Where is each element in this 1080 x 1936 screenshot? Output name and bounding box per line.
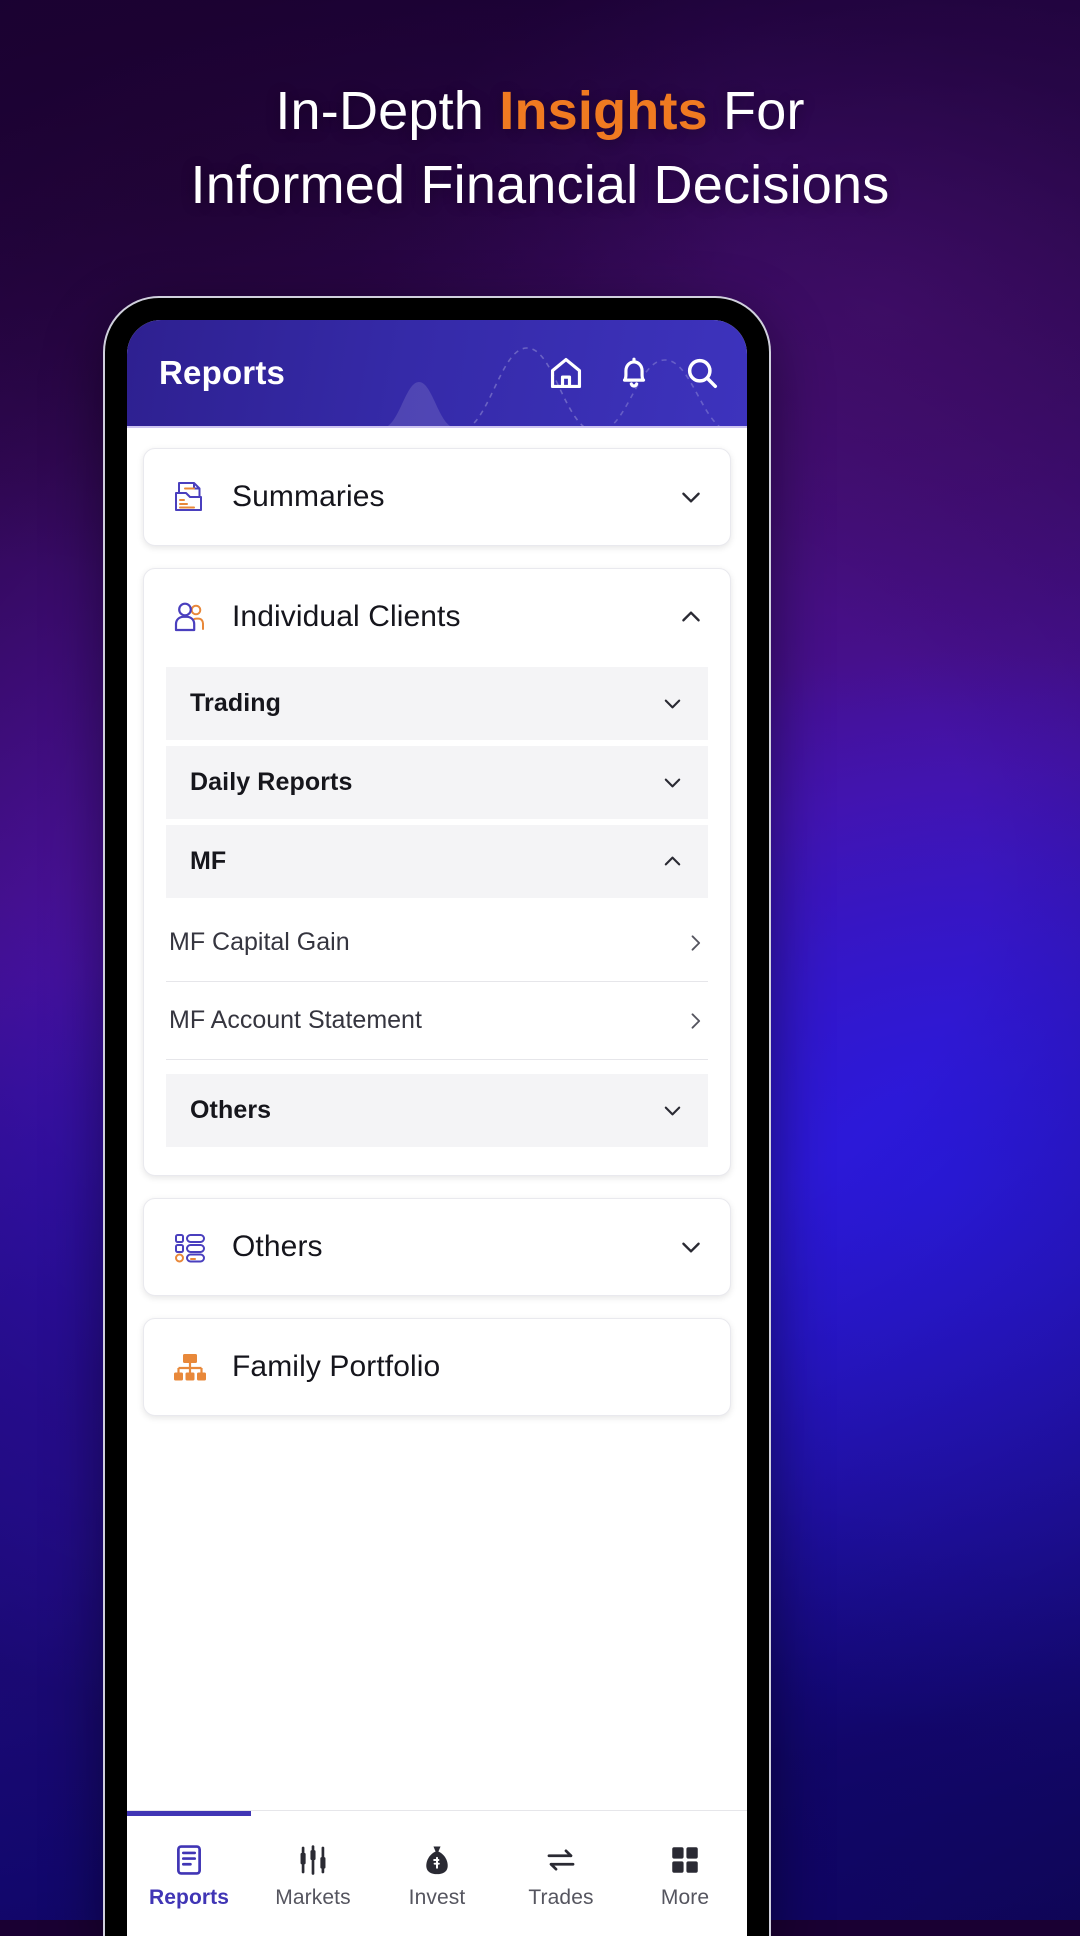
exchange-arrows-icon [544,1843,578,1877]
nav-label-reports: Reports [148,1886,230,1909]
chevron-down-icon[interactable] [678,1234,704,1260]
subgroup-daily-reports[interactable]: Daily Reports [166,746,708,819]
subgroup-trading[interactable]: Trading [166,667,708,740]
list-item-label: MF Account Statement [169,1006,422,1034]
subgroup-label-daily-reports: Daily Reports [190,768,353,796]
bell-icon[interactable] [615,354,653,392]
nav-item-trades[interactable]: Trades [499,1811,623,1936]
nav-label-trades: Trades [528,1886,594,1909]
headline-text-post: For [707,81,805,141]
nav-label-invest: Invest [408,1886,466,1909]
headline-line-1: In-Depth Insights For [0,74,1080,148]
section-label-others: Others [232,1230,323,1263]
app-title: Reports [159,354,286,391]
chevron-down-icon[interactable] [661,771,684,794]
nav-item-invest[interactable]: Invest [375,1811,499,1936]
subgroup-label-trading: Trading [190,689,281,717]
two-people-icon [170,597,210,637]
section-header-family-portfolio[interactable]: Family Portfolio [144,1319,730,1415]
list-item-label: MF Capital Gain [169,928,350,956]
section-card-family-portfolio: Family Portfolio [143,1318,731,1416]
section-header-others[interactable]: Others [144,1199,730,1295]
subgroup-mf[interactable]: MF [166,825,708,898]
chevron-right-icon [685,933,705,953]
chevron-down-icon[interactable] [678,484,704,510]
reports-list: Summaries Individual Clients Trading Dai… [127,428,747,1810]
nav-item-markets[interactable]: Markets [251,1811,375,1936]
money-bag-icon [420,1843,454,1877]
app-header-bar: Reports [127,320,747,428]
nav-item-more[interactable]: More [623,1811,747,1936]
phone-mockup: Reports Summaries Individual Clients Tra… [103,296,771,1936]
section-card-individual-clients: Individual Clients Trading Daily Reports [143,568,731,1176]
nav-label-more: More [660,1886,710,1909]
documents-folder-icon [170,477,210,517]
header-actions [547,354,721,392]
list-item-mf-account-statement[interactable]: MF Account Statement [166,982,708,1060]
section-header-individual-clients[interactable]: Individual Clients [144,569,730,665]
list-item-mf-capital-gain[interactable]: MF Capital Gain [166,904,708,982]
phone-screen: Reports Summaries Individual Clients Tra… [127,320,747,1936]
org-chart-icon [170,1347,210,1387]
section-label-summaries: Summaries [232,480,385,513]
chevron-up-icon[interactable] [661,850,684,873]
subgroup-label-others: Others [190,1096,272,1124]
section-card-others: Others [143,1198,731,1296]
grid-squares-icon [668,1843,702,1877]
chevron-down-icon[interactable] [661,692,684,715]
section-card-summaries: Summaries [143,448,731,546]
bottom-navigation-bar: Reports Markets Invest Trades More [127,1810,747,1936]
document-icon [172,1843,206,1877]
headline-line-2: Informed Financial Decisions [190,155,890,215]
headline-text-pre: In-Depth [275,81,500,141]
home-icon[interactable] [547,354,585,392]
subgroup-others[interactable]: Others [166,1074,708,1147]
subgroup-label-mf: MF [190,847,227,875]
section-header-summaries[interactable]: Summaries [144,449,730,545]
section-label-individual-clients: Individual Clients [232,600,461,633]
nav-item-reports[interactable]: Reports [127,1811,251,1936]
chevron-right-icon [685,1011,705,1031]
section-label-family-portfolio: Family Portfolio [232,1350,441,1383]
promo-headline: In-Depth Insights For Informed Financial… [0,74,1080,222]
chevron-down-icon[interactable] [661,1099,684,1122]
headline-highlight: Insights [499,81,708,141]
search-icon[interactable] [683,354,721,392]
chevron-up-icon[interactable] [678,604,704,630]
candlestick-icon [296,1843,330,1877]
nav-label-markets: Markets [275,1886,351,1909]
list-grid-icon [170,1227,210,1267]
subgroup-list: Trading Daily Reports MF MF Capital Gain… [144,667,730,1175]
